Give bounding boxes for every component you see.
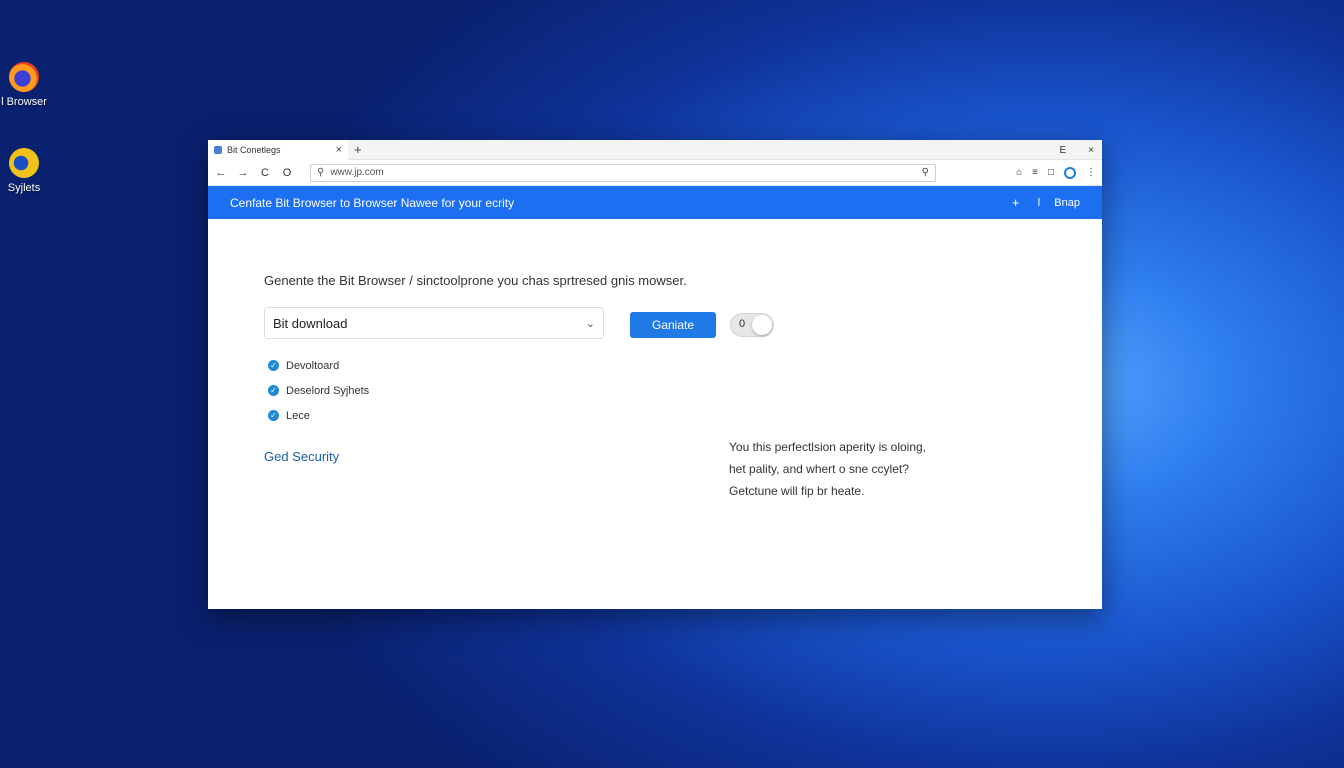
note-text: You this perfectlsion aperity is oloing,…: [729, 436, 926, 502]
toggle-knob: [752, 315, 772, 335]
chevron-down-icon: ⌄: [585, 317, 595, 330]
page-content: Genente the Bit Browser / sinctoolprone …: [208, 219, 1102, 589]
banner-info-icon[interactable]: ǀ: [1037, 197, 1040, 209]
intro-text: Genente the Bit Browser / sinctoolprone …: [264, 273, 687, 288]
list-item-label: Deselord Syjhets: [286, 384, 370, 397]
back-button[interactable]: ←: [214, 167, 228, 179]
favicon-icon: [214, 145, 222, 154]
toggle-value: 0: [739, 318, 746, 330]
info-banner: Cenfate Bit Browser to Browser Nawee for…: [208, 186, 1102, 219]
list-item-label: Lece: [286, 409, 310, 422]
check-icon: ✓: [268, 410, 279, 421]
list-item-label: Devoltoard: [286, 359, 340, 372]
select-value: Bit download: [273, 315, 348, 331]
extensions-icon[interactable]: □: [1048, 167, 1054, 178]
browser-window: Bit Conetlegs × + E × ← → C O ⚲ www.jp.c…: [208, 140, 1102, 609]
browser-tab[interactable]: Bit Conetlegs ×: [208, 140, 348, 160]
tab-close-button[interactable]: ×: [336, 144, 342, 156]
desktop-icon-syjlets[interactable]: Syjlets: [0, 148, 54, 194]
forward-button[interactable]: →: [236, 167, 250, 179]
menu-icon[interactable]: ⋮: [1086, 167, 1096, 178]
close-window-button[interactable]: ×: [1088, 145, 1094, 156]
desktop-icon-label: l Browser: [1, 96, 47, 108]
checklist: ✓ Devoltoard ✓ Deselord Syjhets ✓ Lece: [268, 353, 369, 428]
desktop-icon-browser[interactable]: l Browser: [0, 62, 54, 108]
banner-text: Cenfate Bit Browser to Browser Nawee for…: [230, 195, 515, 210]
minimize-button[interactable]: E: [1059, 145, 1066, 156]
check-icon: ✓: [268, 385, 279, 396]
banner-add-button[interactable]: +: [1012, 195, 1020, 210]
address-bar-row: ← → C O ⚲ www.jp.com ⚲ ⌂ ≡ □ ⋮: [208, 160, 1102, 186]
firefox-icon: [9, 62, 39, 92]
tab-title: Bit Conetlegs: [227, 144, 281, 155]
app-icon: [9, 148, 39, 178]
note-line: You this perfectlsion aperity is oloing,: [729, 440, 927, 454]
desktop-icon-label: Syjlets: [7, 182, 41, 194]
note-line: Getctune will fip br heate.: [729, 484, 865, 498]
lock-icon[interactable]: ⚲: [922, 167, 929, 178]
toolbar-icons: ⌂ ≡ □ ⋮: [1016, 166, 1096, 179]
list-item: ✓ Deselord Syjhets: [268, 378, 369, 403]
new-tab-button[interactable]: +: [354, 142, 362, 157]
reload-button[interactable]: C: [258, 167, 272, 179]
download-select[interactable]: Bit download ⌄: [264, 307, 604, 339]
profile-icon[interactable]: [1064, 166, 1076, 179]
banner-action-button[interactable]: Bnap: [1054, 197, 1080, 209]
tab-bar: Bit Conetlegs × + E ×: [208, 140, 1102, 160]
list-item: ✓ Lece: [268, 403, 369, 428]
list-item: ✓ Devoltoard: [268, 353, 369, 378]
home-button[interactable]: O: [280, 167, 294, 179]
url-text: www.jp.com: [330, 167, 384, 178]
window-controls: E ×: [1059, 140, 1094, 160]
note-line: het pality, and whert o sne ccylet?: [729, 462, 909, 476]
home-icon[interactable]: ⌂: [1016, 167, 1022, 178]
check-icon: ✓: [268, 360, 279, 371]
generate-button[interactable]: Ganiate: [630, 312, 716, 338]
search-icon: ⚲: [317, 167, 325, 178]
toggle-switch[interactable]: 0: [730, 313, 774, 337]
url-input[interactable]: ⚲ www.jp.com ⚲: [310, 163, 936, 182]
security-link[interactable]: Ged Security: [264, 449, 339, 464]
bookmark-icon[interactable]: ≡: [1032, 167, 1038, 178]
